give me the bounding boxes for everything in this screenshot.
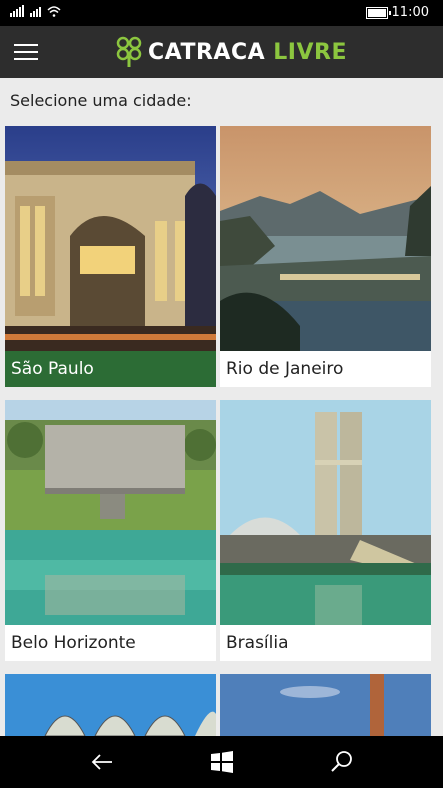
city-card-rio-de-janeiro[interactable]: Rio de Janeiro — [220, 126, 431, 387]
search-icon[interactable] — [328, 748, 356, 776]
hamburger-menu-icon[interactable] — [14, 44, 38, 60]
city-card-belo-horizonte[interactable]: Belo Horizonte — [5, 400, 216, 661]
city-name-label: São Paulo — [5, 351, 216, 387]
city-name-label: Belo Horizonte — [11, 633, 136, 653]
clock: 11:00 — [391, 5, 429, 20]
wifi-icon — [47, 6, 61, 17]
city-card-sao-paulo[interactable]: São Paulo — [5, 126, 216, 387]
app-bar: CATRACA LIVRE — [0, 26, 443, 78]
city-image-rio-de-janeiro — [220, 126, 431, 351]
signal-indicators — [10, 5, 61, 17]
app-logo: CATRACA LIVRE — [116, 36, 347, 68]
system-nav-bar — [0, 736, 443, 788]
city-name-label: Rio de Janeiro — [226, 359, 344, 379]
status-bar: 11:00 — [0, 0, 443, 26]
city-image-partial-right — [220, 674, 431, 736]
city-image-sao-paulo — [5, 126, 216, 351]
city-card-partial-left[interactable] — [5, 674, 216, 736]
city-image-belo-horizonte — [5, 400, 216, 625]
city-card-partial-right[interactable] — [220, 674, 431, 736]
page-prompt: Selecione uma cidade: — [10, 91, 192, 110]
logo-text: CATRACA LIVRE — [148, 39, 347, 65]
windows-start-icon[interactable] — [208, 748, 236, 776]
city-image-partial-left — [5, 674, 216, 736]
city-image-brasilia — [220, 400, 431, 625]
city-card-brasilia[interactable]: Brasília — [220, 400, 431, 661]
city-name-label: Brasília — [226, 633, 289, 653]
logo-mark-icon — [116, 36, 142, 67]
cellular-signal-icon — [10, 5, 24, 17]
back-arrow-icon[interactable] — [88, 748, 116, 776]
battery-icon — [366, 7, 391, 19]
cellular-signal-2-icon — [30, 5, 41, 17]
